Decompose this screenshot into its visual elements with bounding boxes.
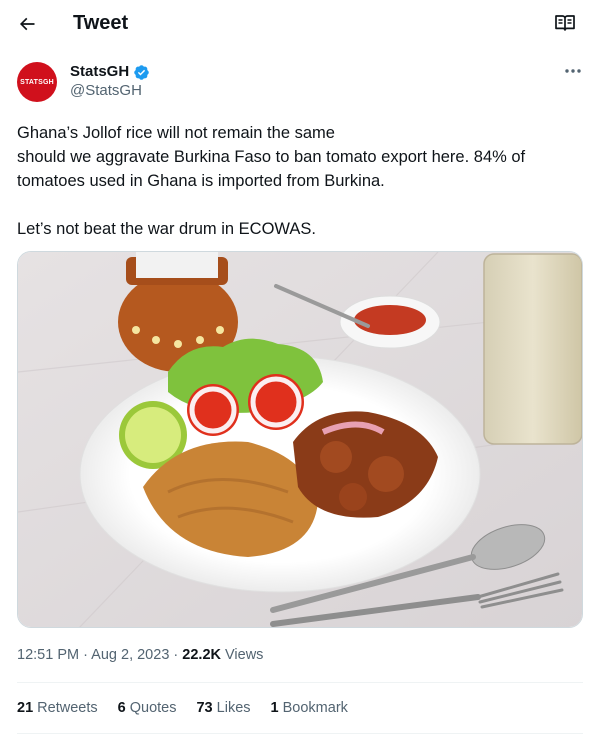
quotes-count: 6 — [117, 700, 126, 716]
meta-separator: · — [173, 647, 183, 663]
author-handle[interactable]: @StatsGH — [70, 82, 142, 100]
author-name[interactable]: StatsGH — [70, 63, 150, 81]
food-photo-image — [18, 252, 582, 627]
tweet-photo[interactable] — [17, 251, 583, 628]
tweet-date[interactable]: Aug 2, 2023 — [91, 647, 169, 663]
page-title: Tweet — [73, 12, 129, 34]
quotes-link[interactable]: 6 Quotes — [118, 699, 177, 717]
reader-mode-button[interactable] — [553, 11, 577, 35]
quotes-label: Quotes — [129, 700, 177, 716]
engagement-stats: 21 Retweets 6 Quotes 73 Likes 1 Bookmark — [17, 699, 368, 717]
bookmarks-count: 1 — [270, 700, 279, 716]
retweets-count: 21 — [17, 700, 34, 716]
tweet-line-2: should we aggravate Burkina Faso to ban … — [17, 148, 526, 190]
views-label: Views — [225, 647, 264, 663]
divider — [17, 682, 583, 683]
tweet-line-1: Ghana’s Jollof rice will not remain the … — [17, 124, 335, 142]
back-arrow-icon — [19, 17, 35, 31]
bookmarks-label: Bookmark — [282, 700, 348, 716]
tweet-text: Ghana’s Jollof rice will not remain the … — [17, 121, 592, 241]
more-options-icon — [565, 69, 581, 73]
tweet-meta: 12:51 PM · Aug 2, 2023 · 22.2K Views — [17, 646, 263, 664]
back-button[interactable] — [14, 11, 40, 37]
tweet-closing-line: Let’s not beat the war drum in ECOWAS. — [17, 220, 316, 238]
likes-count: 73 — [196, 700, 213, 716]
views-count: 22.2K — [182, 647, 221, 663]
retweets-label: Retweets — [37, 700, 98, 716]
retweets-link[interactable]: 21 Retweets — [17, 699, 98, 717]
avatar-logo-text: STATSGH — [20, 78, 54, 86]
verified-badge-icon — [134, 64, 149, 80]
avatar[interactable]: STATSGH — [17, 62, 57, 102]
top-bar: Tweet — [0, 0, 614, 46]
divider — [17, 733, 583, 734]
bookmarks-link[interactable]: 1 Bookmark — [271, 699, 348, 717]
reader-mode-icon — [555, 15, 575, 31]
likes-link[interactable]: 73 Likes — [196, 699, 250, 717]
author-display-name[interactable]: StatsGH — [70, 63, 129, 81]
tweet-time[interactable]: 12:51 PM — [17, 647, 79, 663]
meta-separator: · — [83, 647, 92, 663]
more-options-button[interactable] — [562, 63, 584, 79]
likes-label: Likes — [216, 700, 251, 716]
